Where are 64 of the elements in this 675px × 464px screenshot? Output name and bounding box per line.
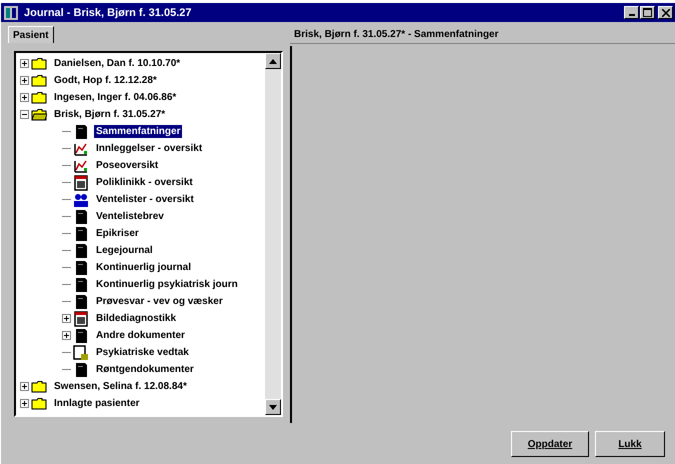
tree-item[interactable]: Ventelistebrev	[94, 210, 166, 223]
scroll-up-button[interactable]	[265, 53, 281, 69]
tree-item[interactable]: Sammenfatninger	[94, 125, 182, 138]
down-arrow-icon	[269, 404, 277, 410]
minimize-button[interactable]	[624, 6, 639, 19]
tree-item[interactable]: Legejournal	[94, 244, 155, 257]
folder-icon	[31, 74, 47, 87]
close-button[interactable]	[658, 6, 673, 19]
maximize-icon	[643, 8, 652, 17]
tree-item[interactable]: Prøvesvar - vev og væsker	[94, 295, 225, 308]
minimize-icon	[628, 14, 634, 16]
folder-icon	[31, 397, 47, 410]
book-icon	[73, 362, 89, 378]
expand-icon[interactable]	[20, 382, 29, 391]
tree-item[interactable]: Kontinuerlig journal	[94, 261, 193, 274]
tree-item[interactable]: Andre dokumenter	[94, 329, 187, 342]
book-icon	[73, 124, 89, 140]
close-icon	[662, 8, 670, 16]
app-icon	[4, 6, 18, 20]
tree-item[interactable]: Ingesen, Inger f. 04.06.86*	[52, 91, 178, 104]
tree-item[interactable]: Bildediagnostikk	[94, 312, 178, 325]
tree-item[interactable]: Epikriser	[94, 227, 141, 240]
tree-item[interactable]: Godt, Hop f. 12.12.28*	[52, 74, 159, 87]
expand-icon[interactable]	[20, 59, 29, 68]
tree-item[interactable]: Poliklinikk - oversikt	[94, 176, 195, 189]
book-icon	[73, 294, 89, 310]
people-icon	[73, 192, 89, 208]
tree-item[interactable]: Poseoversikt	[94, 159, 160, 172]
tree-item[interactable]: Brisk, Bjørn f. 31.05.27*	[52, 108, 168, 121]
note-icon	[73, 344, 89, 360]
tree-item[interactable]: Røntgendokumenter	[94, 363, 196, 376]
close-dialog-button[interactable]: Lukk	[595, 431, 665, 457]
tree-item[interactable]: Danielsen, Dan f. 10.10.70*	[52, 57, 182, 70]
up-arrow-icon	[269, 58, 277, 64]
update-button[interactable]: Oppdater	[511, 431, 589, 457]
book-icon	[73, 260, 89, 276]
calendar-icon	[73, 174, 89, 190]
book-icon	[73, 208, 89, 224]
folder-icon	[31, 91, 47, 104]
tree-item[interactable]: Innleggelser - oversikt	[94, 142, 204, 155]
expand-icon[interactable]	[62, 314, 71, 323]
tree-item[interactable]: Swensen, Selina f. 12.08.84*	[52, 380, 189, 393]
tree-item[interactable]: Innlagte pasienter	[52, 397, 142, 410]
collapse-icon[interactable]	[20, 110, 29, 119]
tree-item[interactable]: Psykiatriske vedtak	[94, 346, 191, 359]
book-icon	[73, 242, 89, 258]
book-icon	[73, 226, 89, 242]
folder-icon	[31, 57, 47, 70]
tree-item[interactable]: Ventelister - oversikt	[94, 193, 196, 206]
expand-icon[interactable]	[20, 399, 29, 408]
scroll-down-button[interactable]	[265, 399, 281, 415]
expand-icon[interactable]	[20, 93, 29, 102]
tree-item[interactable]: Kontinuerlig psykiatrisk journ	[94, 278, 240, 291]
maximize-button[interactable]	[640, 6, 655, 19]
book-icon	[73, 328, 89, 344]
patient-tab[interactable]: Pasient	[8, 26, 54, 43]
expand-icon[interactable]	[62, 331, 71, 340]
calendar-icon	[73, 310, 89, 326]
book-icon	[73, 276, 89, 292]
window-title: Journal - Brisk, Bjørn f. 31.05.27	[24, 6, 193, 18]
scrollbar[interactable]	[265, 53, 281, 415]
open-folder-icon	[31, 108, 47, 121]
folder-icon	[31, 380, 47, 393]
expand-icon[interactable]	[20, 76, 29, 85]
